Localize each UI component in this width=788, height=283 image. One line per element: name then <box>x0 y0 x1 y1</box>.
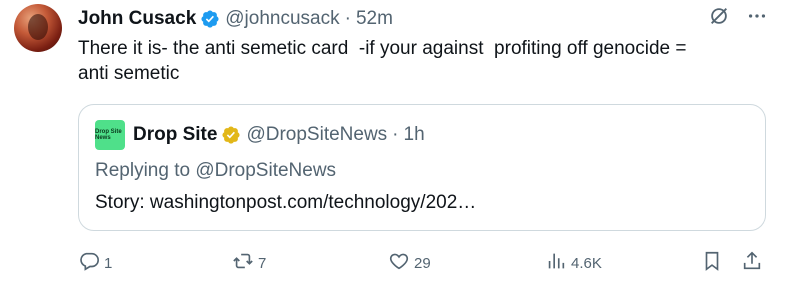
analytics-icon <box>545 250 567 276</box>
share-button[interactable] <box>741 250 763 276</box>
tweet: John Cusack @johncusack · 52m There it i… <box>0 0 788 283</box>
quoted-tweet[interactable]: Drop Site News Drop Site @DropSiteNews ·… <box>78 104 766 231</box>
action-bar: 1 7 29 4.6K <box>78 248 768 276</box>
repost-button[interactable]: 7 <box>232 250 266 276</box>
quote-author-name[interactable]: Drop Site <box>133 124 217 146</box>
separator-dot: · <box>344 8 351 29</box>
bookmark-icon <box>701 250 723 276</box>
bookmark-button[interactable] <box>701 250 723 276</box>
more-options-icon[interactable] <box>746 5 768 33</box>
tweet-text: There it is- the anti semetic card -if y… <box>78 38 687 84</box>
separator-dot: · <box>392 124 399 145</box>
quote-header: Drop Site News Drop Site @DropSiteNews ·… <box>95 120 425 150</box>
quote-author-handle[interactable]: @DropSiteNews <box>246 124 387 146</box>
reply-count: 1 <box>104 254 113 272</box>
avatar[interactable] <box>14 4 62 52</box>
verified-badge-icon <box>200 9 220 29</box>
quote-time[interactable]: 1h <box>404 124 425 146</box>
quote-text: Story: washingtonpost.com/technology/202… <box>95 192 477 213</box>
heart-icon <box>388 250 410 276</box>
replying-to[interactable]: Replying to @DropSiteNews <box>95 160 336 182</box>
tweet-time[interactable]: 52m <box>356 8 393 30</box>
repost-icon <box>232 250 254 276</box>
author-handle[interactable]: @johncusack <box>225 8 339 30</box>
verified-org-badge-icon <box>221 125 241 145</box>
views-button[interactable]: 4.6K <box>545 250 602 276</box>
like-count: 29 <box>414 254 431 272</box>
grok-icon[interactable] <box>708 5 730 33</box>
like-button[interactable]: 29 <box>388 250 431 276</box>
header-icons <box>708 5 768 33</box>
reply-icon <box>78 250 100 276</box>
author-name[interactable]: John Cusack <box>78 8 196 30</box>
reply-button[interactable]: 1 <box>78 250 112 276</box>
dropsite-logo-icon: Drop Site News <box>95 120 125 150</box>
repost-count: 7 <box>258 254 267 272</box>
tweet-header: John Cusack @johncusack · 52m <box>78 6 768 32</box>
share-icon <box>741 250 763 276</box>
view-count: 4.6K <box>571 254 602 272</box>
